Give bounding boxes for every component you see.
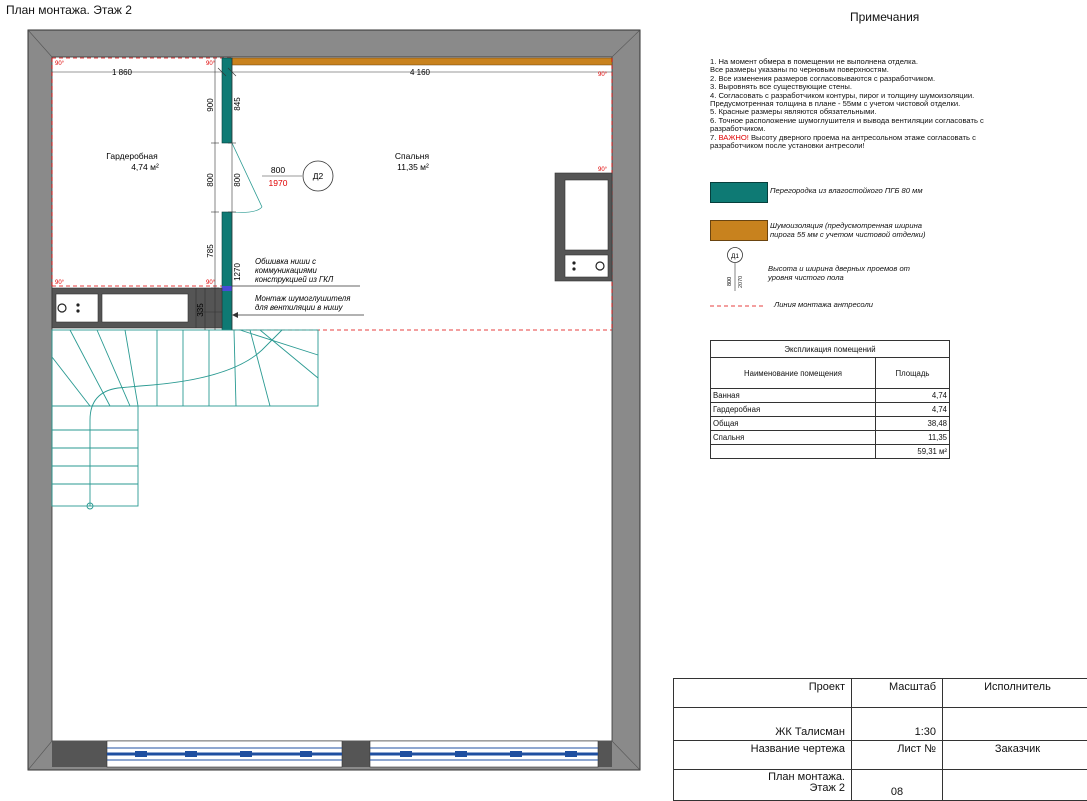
callout-silencer-1: Монтаж шумоглушителя (255, 294, 351, 303)
angle-4: 90° (598, 167, 608, 173)
row-area: 4,74 (876, 403, 950, 417)
callout-silencer-2: для вентиляции в нишу (255, 303, 344, 312)
row-total-blank (711, 445, 876, 459)
row-name: Спальня (711, 431, 876, 445)
legend-door-tag: Д1 (731, 253, 739, 260)
row-area: 4,74 (876, 389, 950, 403)
floor-plan: 1 860 4 160 900 845 800 800 785 1270 335… (0, 0, 660, 789)
dim-900: 900 (206, 98, 215, 112)
explication-title: Экспликация помещений (711, 341, 950, 358)
stamp-project-value: ЖК Талисман (674, 708, 852, 741)
table-row: Общая 38,48 (711, 417, 950, 431)
legend-insulation-line-2: пирога 55 мм с учетом чистовой отделки) (770, 231, 926, 240)
room-name-bedroom: Спальня (395, 151, 430, 161)
angle-1: 90° (55, 61, 65, 67)
title-block: Проект Масштаб Исполнитель ЖК Талисман 1… (673, 678, 1087, 801)
table-row: Гардеробная 4,74 (711, 403, 950, 417)
row-name: Гардеробная (711, 403, 876, 417)
note-line: разработчиком после установки антресоли! (710, 142, 1055, 150)
dim-335: 335 (196, 303, 205, 317)
insulation-strip (232, 58, 612, 65)
room-area-bedroom: 11,35 м² (397, 162, 429, 172)
door-width: 800 (271, 165, 285, 175)
stamp-scale-label: Масштаб (852, 679, 943, 708)
stamp-project-label: Проект (674, 679, 852, 708)
window-left (107, 741, 342, 767)
row-area: 11,35 (876, 431, 950, 445)
door-height: 1970 (269, 178, 288, 188)
stamp-customer-label: Заказчик (943, 741, 1087, 770)
legend-partition-label: Перегородка из влагостойкого ПГБ 80 мм (770, 187, 923, 196)
stamp-sheet-label: Лист № (852, 741, 943, 770)
dim-845: 845 (233, 97, 242, 111)
stamp-drawing-value: План монтажа. Этаж 2 (674, 770, 852, 801)
legend-partition-swatch (710, 182, 768, 203)
table-row: Спальня 11,35 (711, 431, 950, 445)
row-name: Общая (711, 417, 876, 431)
dim-800-left: 800 (206, 173, 215, 187)
legend-door-height: 2070 (738, 276, 744, 288)
legend-door-symbol: Д1 800 2070 (722, 246, 752, 292)
stamp-scale-value: 1:30 (852, 708, 943, 741)
legend-door-line-2: уровня чистого пола (768, 274, 910, 283)
legend-insulation-label: Шумоизоляция (предусмотренная ширина пир… (770, 222, 926, 239)
window-right (370, 741, 598, 767)
row-area: 38,48 (876, 417, 950, 431)
stamp-sheet-value: 08 (852, 770, 943, 801)
explication-col-area: Площадь (876, 358, 950, 389)
dim-top-right: 4 160 (410, 68, 431, 77)
dim-800-right: 800 (233, 173, 242, 187)
legend-insulation-swatch (710, 220, 768, 241)
explication-table: Экспликация помещений Наименование помещ… (710, 340, 950, 459)
angle-5: 90° (55, 280, 65, 286)
niche-right (555, 173, 612, 281)
angle-2: 90° (206, 61, 216, 67)
partition-bottom (222, 212, 232, 330)
callout-niche-3: конструкцией из ГКЛ (255, 275, 334, 284)
table-row-total: 59,31 м² (711, 445, 950, 459)
legend-door-width: 800 (727, 277, 733, 286)
room-name-wardrobe: Гардеробная (106, 151, 158, 161)
dim-1270: 1270 (233, 263, 242, 281)
angle-6: 90° (206, 280, 216, 286)
dim-785: 785 (206, 244, 215, 258)
angle-3: 90° (598, 72, 608, 78)
stamp-executor-label: Исполнитель (943, 679, 1087, 708)
explication-col-name: Наименование помещения (711, 358, 876, 389)
callout-niche-2: коммуникациями (255, 266, 317, 275)
row-name: Ванная (711, 389, 876, 403)
table-row: Ванная 4,74 (711, 389, 950, 403)
legend-mezzanine-line (710, 302, 766, 310)
notes-title: Примечания (850, 10, 919, 24)
door-tag: Д2 (313, 171, 324, 181)
room-area-wardrobe: 4,74 м² (131, 162, 159, 172)
legend-mezzanine-label: Линия монтажа антресоли (774, 301, 873, 310)
callout-niche-1: Обшивка ниши с (255, 257, 316, 266)
stamp-drawing-label: Название чертежа (674, 741, 852, 770)
dim-top-left: 1 860 (112, 68, 133, 77)
legend-door-label: Высота и ширина дверных проемов от уровн… (768, 265, 910, 282)
notes-block: 1. На момент обмера в помещении не выпол… (710, 58, 1055, 150)
row-total-area: 59,31 м² (876, 445, 950, 459)
